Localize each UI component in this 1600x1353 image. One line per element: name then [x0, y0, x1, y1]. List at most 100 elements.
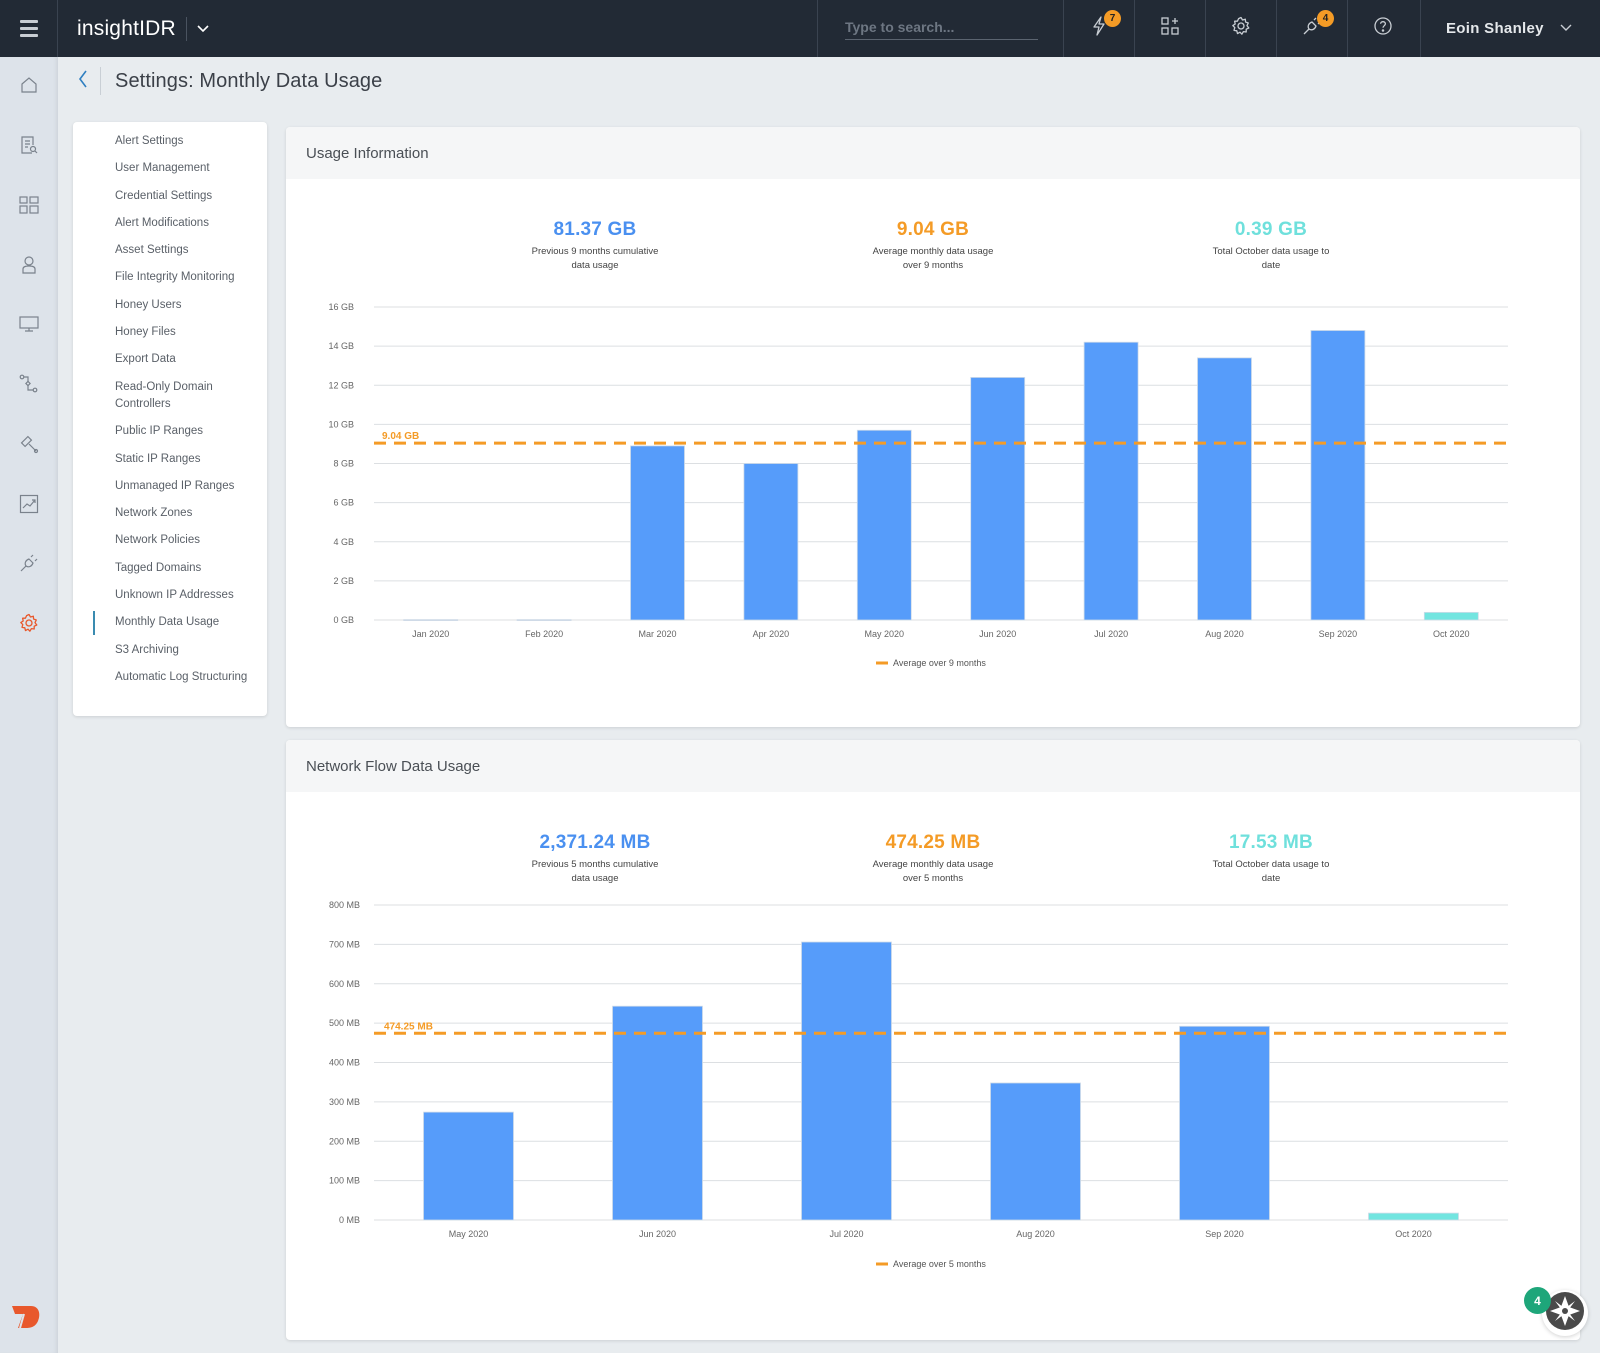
bar-aug-2020[interactable] [1197, 357, 1252, 621]
settings-nav-item[interactable]: Unmanaged IP Ranges [73, 473, 267, 500]
settings-nav-item[interactable]: Alert Settings [73, 128, 267, 155]
y-tick-label: 500 MB [329, 1018, 360, 1028]
bar-jan-2020[interactable] [403, 619, 459, 622]
rail-reports[interactable] [0, 486, 58, 526]
x-tick-label: Mar 2020 [638, 629, 676, 639]
chart-icon [19, 494, 39, 519]
plugins-badge: 4 [1317, 10, 1334, 27]
x-tick-label: Jan 2020 [412, 629, 449, 639]
average-line-label: 474.25 MB [384, 1021, 433, 1032]
network-flow-panel: Network Flow Data Usage 2,371.24 MB Prev… [286, 740, 1580, 1340]
x-tick-label: Aug 2020 [1205, 629, 1244, 639]
data-collection-button[interactable]: 4 [1276, 0, 1347, 57]
settings-nav-item[interactable]: User Management [73, 155, 267, 182]
rail-data-collection[interactable] [0, 545, 58, 585]
settings-nav-item[interactable]: Static IP Ranges [73, 446, 267, 473]
page-title: Settings: Monthly Data Usage [115, 69, 383, 92]
x-tick-label: Jun 2020 [639, 1229, 676, 1239]
x-tick-label: Oct 2020 [1395, 1229, 1432, 1239]
y-tick-label: 16 GB [328, 302, 354, 312]
product-switcher[interactable]: insightIDR [77, 16, 209, 41]
bar-jul-2020[interactable] [801, 941, 892, 1221]
user-icon [21, 255, 37, 280]
main-menu-button[interactable] [0, 0, 58, 57]
y-tick-label: 800 MB [329, 900, 360, 910]
settings-nav-item[interactable]: Read-Only Domain Controllers [73, 374, 267, 419]
x-tick-label: May 2020 [449, 1229, 489, 1239]
legend-label: Average over 5 months [893, 1259, 986, 1269]
left-nav-rail [0, 57, 58, 1353]
x-tick-label: Jul 2020 [1094, 629, 1128, 639]
y-tick-label: 4 GB [333, 537, 354, 547]
bar-sep-2020[interactable] [1310, 330, 1366, 621]
y-tick-label: 300 MB [329, 1097, 360, 1107]
user-menu[interactable]: Eoin Shanley [1420, 0, 1600, 57]
bar-oct-2020[interactable] [1423, 611, 1479, 621]
bar-mar-2020[interactable] [630, 445, 685, 621]
bar-sep-2020[interactable] [1179, 1025, 1270, 1221]
x-tick-label: Aug 2020 [1016, 1229, 1055, 1239]
settings-nav-item[interactable]: S3 Archiving [73, 637, 267, 664]
settings-nav: Alert Settings User Management Credential … [73, 122, 267, 716]
y-tick-label: 100 MB [329, 1176, 360, 1186]
bar-oct-2020[interactable] [1368, 1212, 1459, 1221]
back-button[interactable] [72, 66, 94, 96]
settings-nav-item[interactable]: Automatic Log Structuring [73, 664, 267, 691]
settings-nav-item[interactable]: Alert Modifications [73, 210, 267, 237]
bar-jun-2020[interactable] [970, 377, 1026, 621]
settings-nav-item[interactable]: Asset Settings [73, 237, 267, 264]
settings-nav-item[interactable]: Monthly Data Usage [73, 609, 267, 636]
bar-jun-2020[interactable] [612, 1005, 703, 1221]
bar-may-2020[interactable] [423, 1111, 514, 1221]
settings-button[interactable] [1205, 0, 1276, 57]
settings-nav-item[interactable]: Network Zones [73, 500, 267, 527]
y-tick-label: 700 MB [329, 939, 360, 949]
y-tick-label: 200 MB [329, 1136, 360, 1146]
hamburger-icon [19, 18, 38, 39]
chevron-down-icon [1560, 23, 1572, 35]
x-tick-label: Jul 2020 [829, 1229, 863, 1239]
settings-nav-item[interactable]: Public IP Ranges [73, 418, 267, 445]
rail-home[interactable] [0, 67, 58, 107]
search-input[interactable] [845, 17, 1038, 40]
alerts-button[interactable]: 7 [1063, 0, 1134, 57]
rail-dashboards[interactable] [0, 187, 58, 227]
page-header: Settings: Monthly Data Usage [58, 57, 1600, 105]
compass-icon [1546, 1291, 1584, 1335]
y-tick-label: 12 GB [328, 380, 354, 390]
investigations-icon [20, 135, 38, 160]
rail-settings[interactable] [0, 605, 58, 645]
settings-nav-item[interactable]: Unknown IP Addresses [73, 582, 267, 609]
settings-nav-item[interactable]: File Integrity Monitoring [73, 264, 267, 291]
settings-nav-item[interactable]: Honey Users [73, 292, 267, 319]
settings-nav-item[interactable]: Credential Settings [73, 183, 267, 210]
rail-log-search[interactable] [0, 366, 58, 406]
add-widget-button[interactable] [1134, 0, 1205, 57]
bar-jul-2020[interactable] [1083, 341, 1139, 621]
bar-aug-2020[interactable] [990, 1082, 1081, 1221]
help-button[interactable] [1347, 0, 1418, 57]
bar-may-2020[interactable] [856, 429, 912, 621]
bar-apr-2020[interactable] [743, 463, 799, 621]
y-tick-label: 400 MB [329, 1058, 360, 1068]
chevron-down-icon[interactable] [197, 21, 209, 36]
settings-nav-item[interactable]: Export Data [73, 346, 267, 373]
settings-nav-item[interactable]: Tagged Domains [73, 555, 267, 582]
rail-users[interactable] [0, 247, 58, 287]
help-icon [1373, 16, 1393, 41]
rail-automation[interactable] [0, 426, 58, 466]
bar-feb-2020[interactable] [516, 619, 572, 622]
y-tick-label: 0 GB [333, 615, 354, 625]
rail-assets[interactable] [0, 306, 58, 346]
home-icon [20, 76, 38, 99]
x-tick-label: Sep 2020 [1319, 629, 1358, 639]
settings-nav-item[interactable]: Honey Files [73, 319, 267, 346]
y-tick-label: 600 MB [329, 979, 360, 989]
settings-nav-item[interactable]: Network Policies [73, 527, 267, 554]
settings-icon [19, 613, 39, 638]
plug-icon [19, 553, 39, 578]
x-tick-label: Jun 2020 [979, 629, 1016, 639]
rail-investigations[interactable] [0, 127, 58, 167]
average-line-label: 9.04 GB [382, 431, 419, 442]
usage-information-panel: Usage Information 81.37 GB Previous 9 mo… [286, 127, 1580, 727]
